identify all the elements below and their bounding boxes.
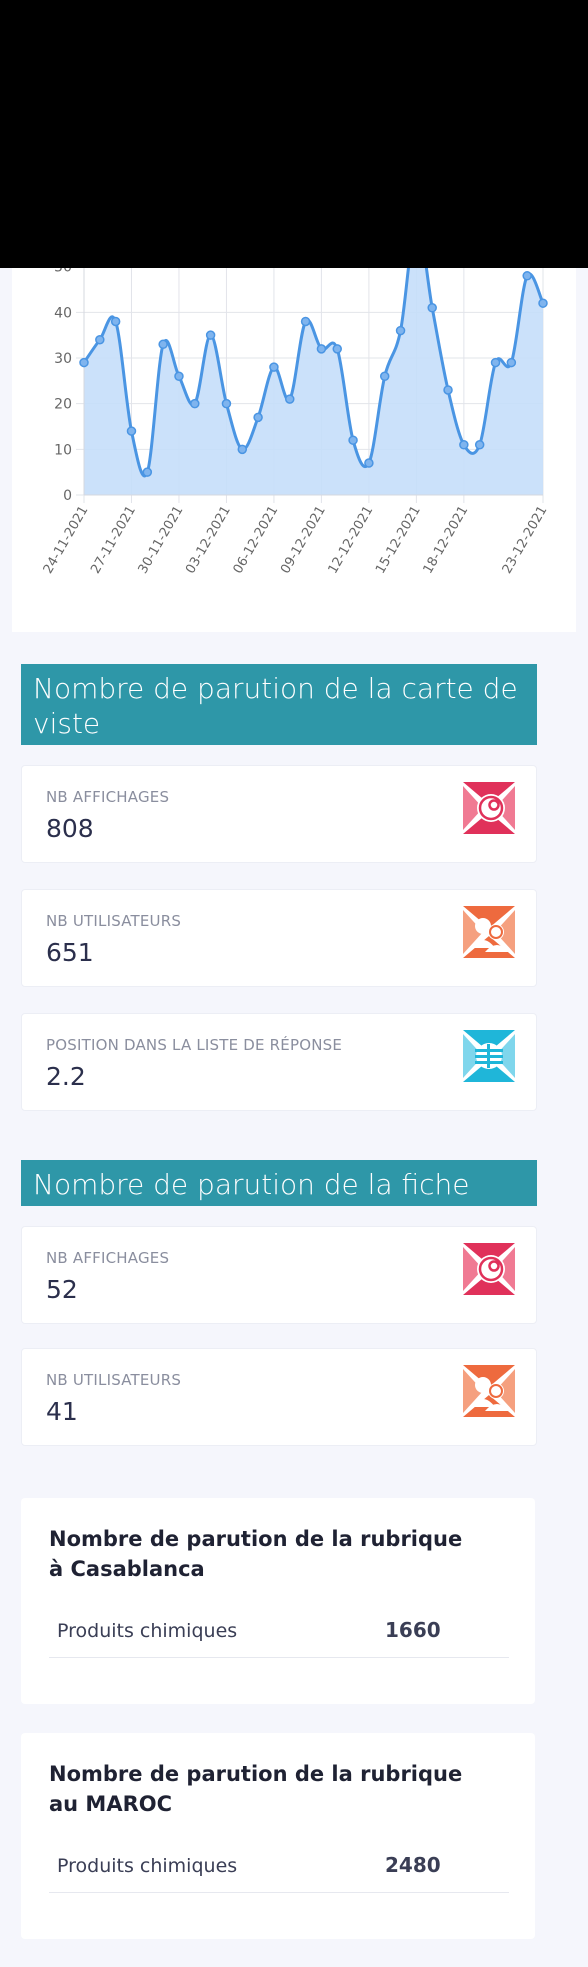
data-point (253, 412, 263, 423)
x-tick-label: 09-12-2021 (278, 504, 329, 577)
data-point (538, 298, 548, 308)
data-point (221, 398, 232, 409)
visits-chart: 010203040506024-11-202127-11-202130-11-2… (12, 268, 576, 632)
stat-value: 52 (46, 1275, 78, 1304)
chart-svg: 010203040506024-11-202127-11-202130-11-2… (41, 268, 551, 577)
list-position-icon (463, 1030, 515, 1082)
y-tick-label: 30 (54, 351, 72, 367)
x-tick-label: 15-12-2021 (373, 504, 424, 577)
data-point (205, 330, 216, 340)
data-point (522, 271, 532, 281)
stat-card-fiche-utilisateurs: NB UTILISATEURS 41 (21, 1348, 537, 1446)
y-tick-label: 10 (54, 442, 72, 458)
stat-value: 651 (46, 938, 94, 967)
y-tick-label: 50 (54, 268, 72, 276)
data-point (459, 440, 469, 450)
rubrique-title: Nombre de parution de la rubrique au MAR… (49, 1762, 463, 1816)
data-point (142, 467, 153, 477)
y-tick-label: 40 (54, 305, 72, 321)
x-tick-label: 12-12-2021 (326, 504, 377, 577)
stat-card-fiche-affichages: NB AFFICHAGES 52 (21, 1226, 537, 1324)
data-point (316, 344, 327, 354)
stat-card-carte-position: POSITION DANS LA LISTE DE RÉPONSE 2.2 (21, 1013, 537, 1111)
top-bar (0, 0, 588, 268)
rubrique-row: Produits chimiques 2480 (49, 1843, 509, 1893)
x-tick-label: 30-11-2021 (136, 504, 187, 577)
stat-card-carte-affichages: NB AFFICHAGES 808 (21, 765, 537, 863)
rubrique-card-casablanca: Nombre de parution de la rubrique à Casa… (21, 1498, 535, 1704)
data-point (443, 385, 453, 395)
data-point (158, 339, 168, 350)
stat-card-carte-utilisateurs: NB UTILISATEURS 651 (21, 889, 537, 987)
stat-value: 808 (46, 814, 94, 843)
data-point (237, 444, 248, 455)
data-point (490, 357, 501, 368)
section-header-carte: Nombre de parution de la carte de viste (21, 664, 537, 745)
data-point (348, 435, 358, 445)
stat-label: NB UTILISATEURS (46, 1371, 182, 1389)
data-point (379, 371, 390, 382)
data-point (427, 303, 437, 313)
stat-label: NB AFFICHAGES (46, 788, 170, 806)
stat-label: POSITION DANS LA LISTE DE RÉPONSE (46, 1036, 343, 1054)
x-tick-label: 23-12-2021 (500, 504, 551, 577)
x-tick-label: 03-12-2021 (183, 504, 234, 577)
section-header-fiche: Nombre de parution de la fiche (21, 1160, 537, 1206)
data-point (474, 440, 485, 450)
data-point (364, 458, 374, 468)
rubrique-title: Nombre de parution de la rubrique à Casa… (49, 1527, 463, 1581)
data-point (506, 357, 517, 368)
data-point (332, 344, 342, 354)
rubrique-count: 2480 (385, 1853, 441, 1877)
eye-icon (463, 1243, 515, 1295)
data-point (190, 398, 200, 409)
y-tick-label: 0 (63, 488, 72, 504)
data-point (95, 334, 105, 345)
series-area (84, 268, 543, 495)
x-tick-label: 18-12-2021 (421, 504, 472, 577)
data-point (110, 316, 121, 327)
y-tick-label: 20 (54, 397, 72, 413)
rubrique-card-maroc: Nombre de parution de la rubrique au MAR… (21, 1733, 535, 1939)
x-tick-label: 06-12-2021 (231, 504, 282, 577)
stat-label: NB AFFICHAGES (46, 1249, 170, 1267)
rubrique-row: Produits chimiques 1660 (49, 1608, 509, 1658)
data-point (285, 394, 295, 404)
rubrique-name: Produits chimiques (57, 1855, 238, 1877)
stat-value: 41 (46, 1397, 78, 1426)
eye-icon (463, 782, 515, 834)
data-point (395, 325, 406, 336)
data-point (174, 371, 184, 382)
x-tick-label: 24-11-2021 (41, 504, 92, 577)
data-point (300, 316, 311, 327)
rubrique-count: 1660 (385, 1618, 441, 1642)
users-icon (463, 1365, 515, 1417)
stat-label: NB UTILISATEURS (46, 912, 182, 930)
data-point (79, 357, 89, 368)
data-point (126, 426, 137, 436)
rubrique-name: Produits chimiques (57, 1620, 238, 1642)
stat-value: 2.2 (46, 1062, 86, 1091)
users-icon (463, 906, 515, 958)
x-tick-label: 27-11-2021 (88, 504, 139, 577)
data-point (269, 362, 279, 372)
